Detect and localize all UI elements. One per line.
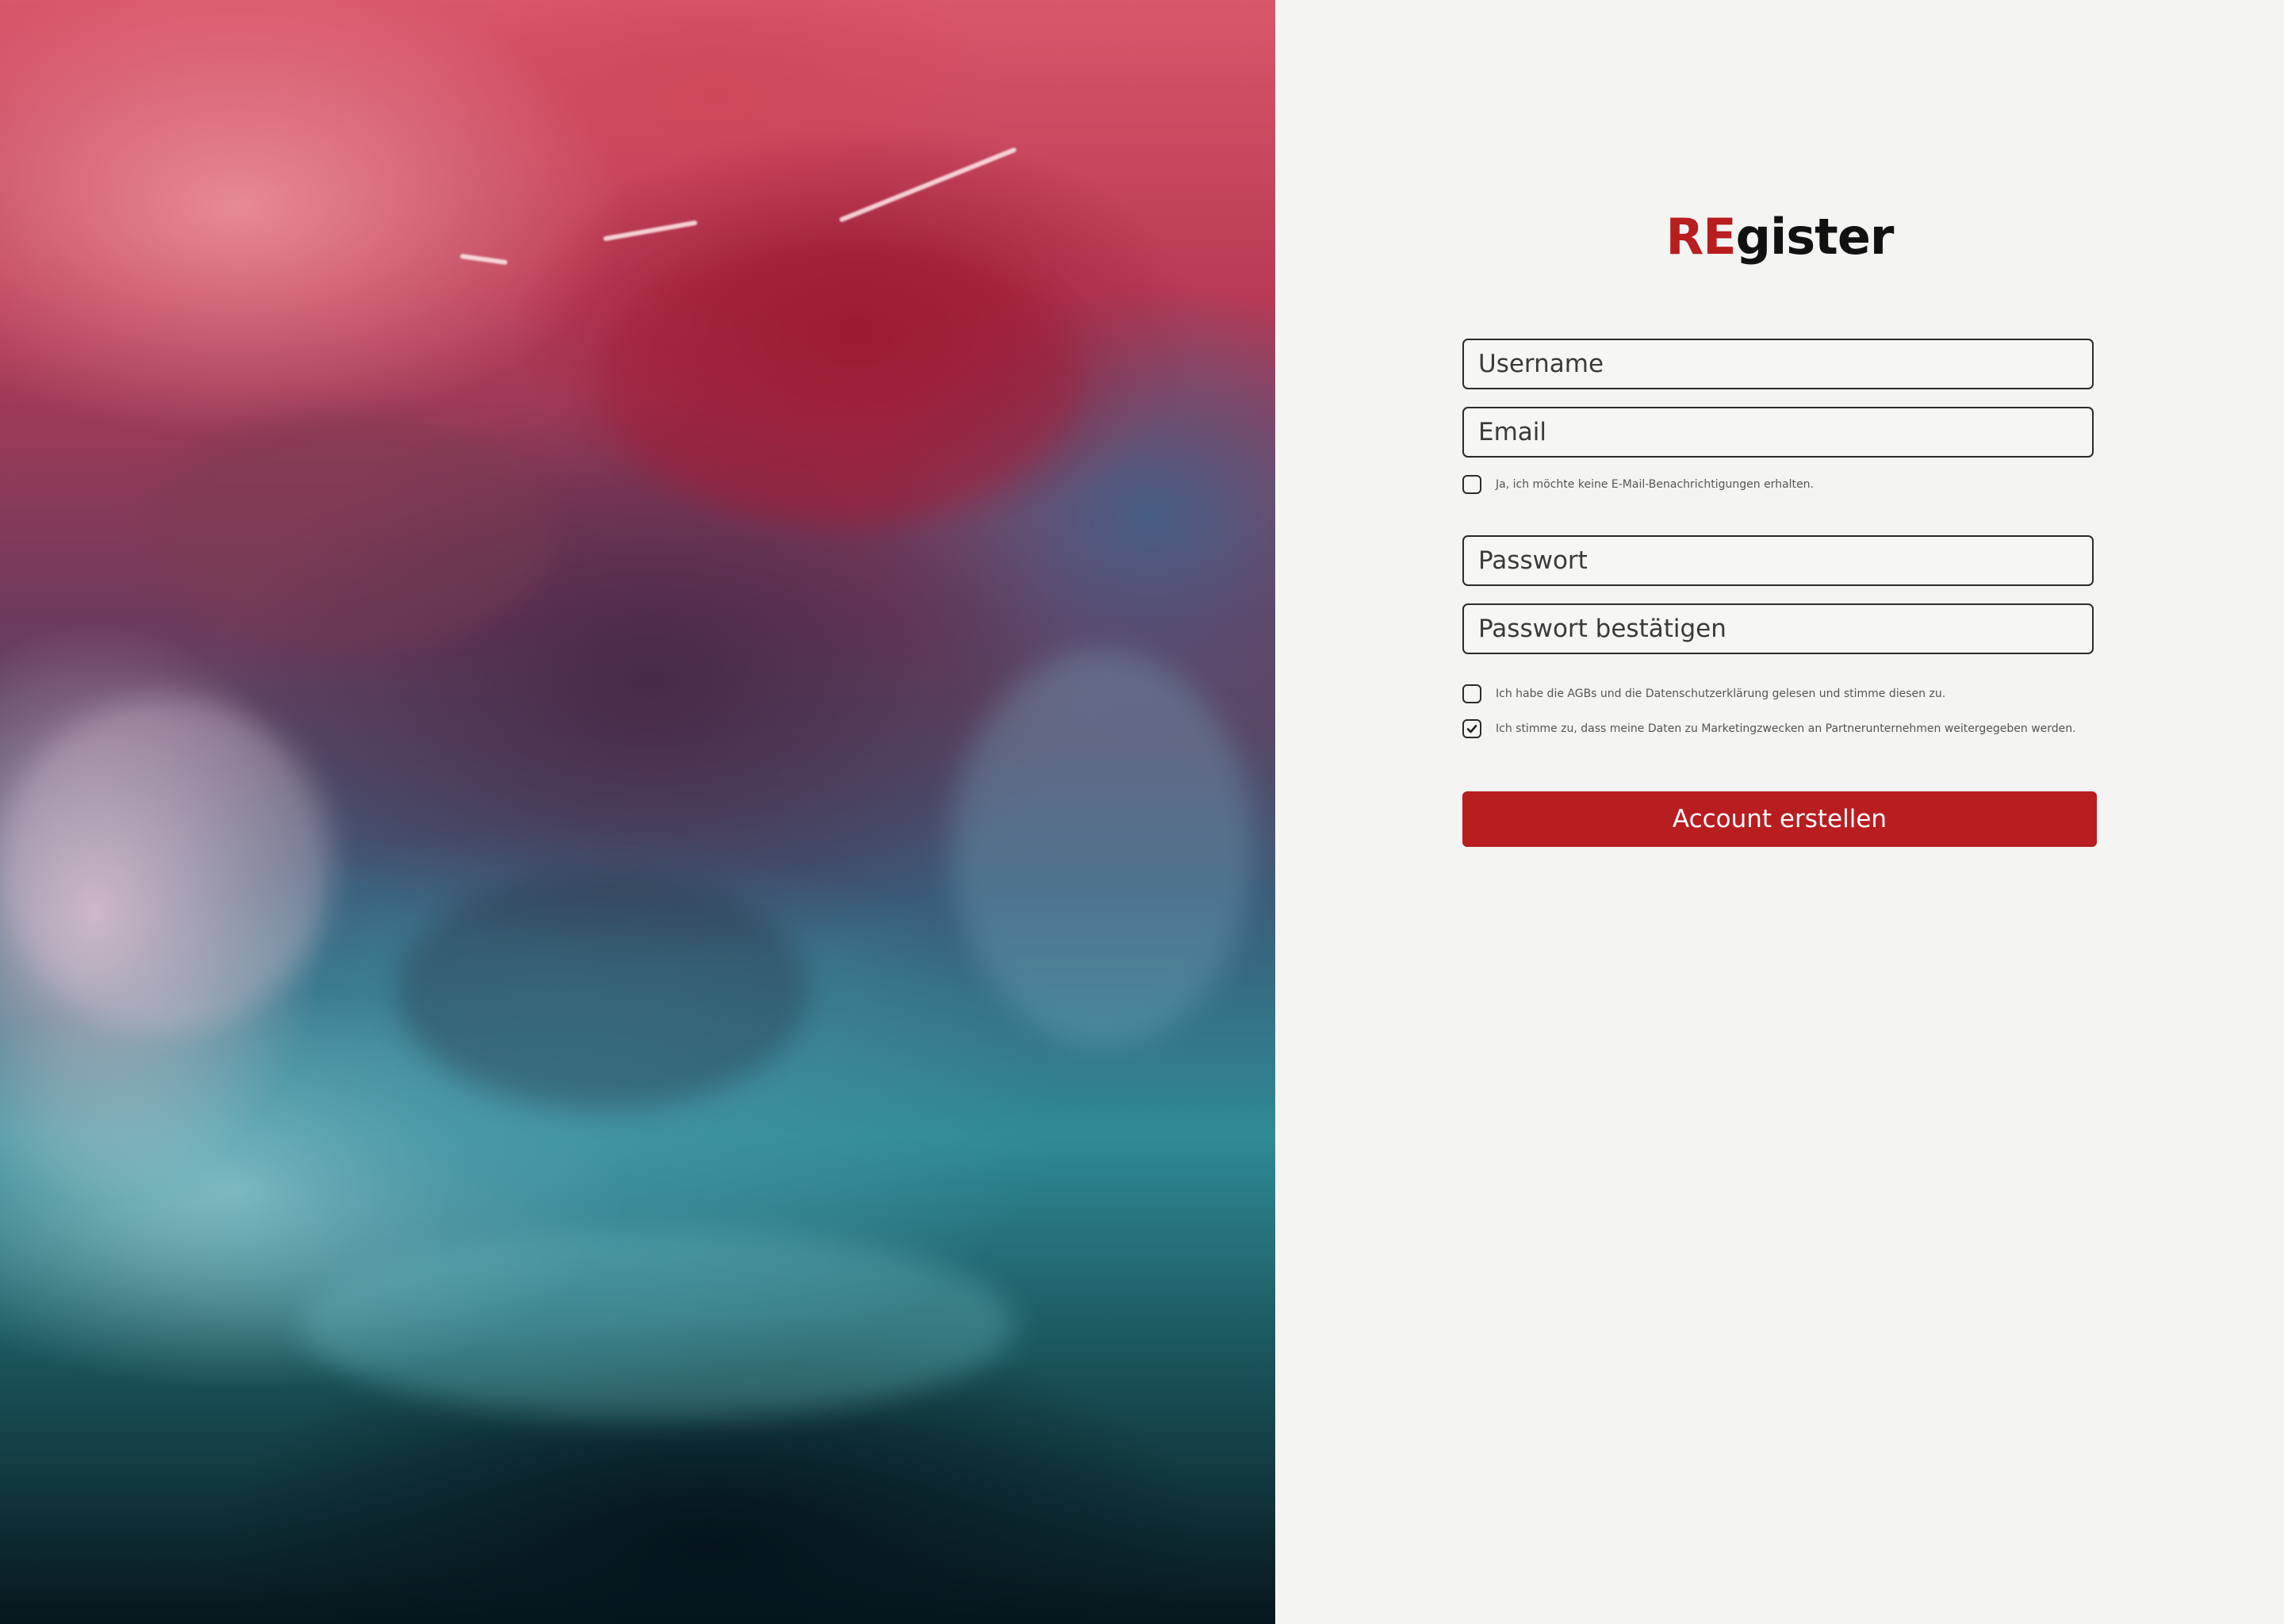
password-confirm-input[interactable] xyxy=(1462,603,2094,654)
check-icon xyxy=(1466,725,1477,733)
register-form-panel: REgister Ja, ich möchte keine E-Mail-Ben… xyxy=(1275,0,2284,1624)
register-logo: REgister xyxy=(1275,208,2284,266)
username-input[interactable] xyxy=(1462,339,2094,389)
password-input[interactable] xyxy=(1462,535,2094,586)
logo-accent-text: RE xyxy=(1665,208,1737,266)
create-account-button[interactable]: Account erstellen xyxy=(1462,791,2097,847)
marketing-row[interactable]: Ich stimme zu, dass meine Daten zu Marke… xyxy=(1462,719,2076,738)
no-email-notifications-row[interactable]: Ja, ich möchte keine E-Mail-Benachrichti… xyxy=(1462,475,1814,494)
terms-row[interactable]: Ich habe die AGBs und die Datenschutzerk… xyxy=(1462,684,1945,703)
email-input[interactable] xyxy=(1462,407,2094,458)
no-email-notifications-checkbox[interactable] xyxy=(1462,475,1481,494)
terms-label: Ich habe die AGBs und die Datenschutzerk… xyxy=(1496,688,1946,700)
no-email-notifications-label: Ja, ich möchte keine E-Mail-Benachrichti… xyxy=(1496,478,1814,491)
marketing-label: Ich stimme zu, dass meine Daten zu Marke… xyxy=(1496,722,2076,735)
marketing-checkbox[interactable] xyxy=(1462,719,1481,738)
terms-checkbox[interactable] xyxy=(1462,684,1481,703)
logo-rest-text: gister xyxy=(1735,208,1895,266)
register-page: REgister Ja, ich möchte keine E-Mail-Ben… xyxy=(0,0,2284,1624)
abstract-artwork-image xyxy=(0,0,1275,1624)
